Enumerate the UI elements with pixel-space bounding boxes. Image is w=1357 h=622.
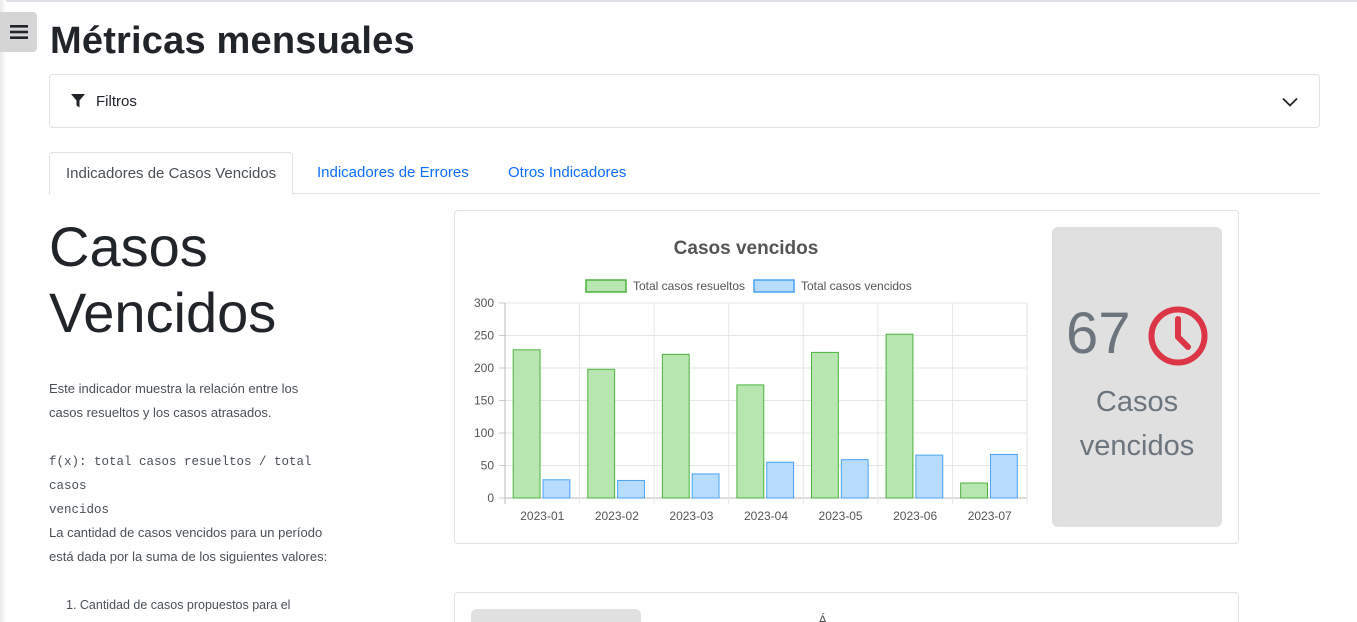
bar-vencidos	[691, 473, 720, 499]
section-title: Casos Vencidos	[49, 214, 276, 346]
description-1-line1: Este indicador muestra la relación entre…	[49, 381, 299, 396]
second-card-title: Á	[818, 612, 828, 622]
tab-errores[interactable]: Indicadores de Errores	[317, 152, 469, 194]
chevron-down-icon[interactable]	[1281, 93, 1299, 111]
description-2-line1: La cantidad de casos vencidos para un pe…	[49, 525, 323, 540]
page-title: Métricas mensuales	[50, 20, 415, 62]
legend-swatch	[753, 279, 795, 293]
formula: f(x): total casos resueltos / total caso…	[49, 450, 349, 522]
x-tick-label: 2023-01	[520, 509, 564, 523]
y-tick-label: 100	[474, 426, 494, 440]
bar-resueltos	[960, 482, 988, 499]
bar-resueltos	[810, 351, 839, 499]
top-border	[0, 0, 1357, 2]
hamburger-icon	[9, 25, 28, 39]
kpi-value: 67	[1066, 301, 1131, 366]
filter-icon	[71, 94, 85, 108]
y-tick-label: 200	[474, 361, 494, 375]
tabs-bar: Indicadores de Casos Vencidos Indicadore…	[49, 152, 1320, 195]
formula-line1: f(x): total casos resueltos / total caso…	[49, 455, 312, 493]
description-1: Este indicador muestra la relación entre…	[49, 377, 349, 425]
bar-vencidos	[989, 453, 1018, 499]
description-2: La cantidad de casos vencidos para un pe…	[49, 521, 349, 569]
legend-label: Total casos resueltos	[633, 279, 745, 293]
section-title-line2: Vencidos	[49, 281, 277, 344]
bar-vencidos	[915, 454, 944, 499]
filters-accordion[interactable]: Filtros	[49, 74, 1320, 128]
legend-swatch	[585, 279, 627, 293]
sidebar-edge	[0, 0, 6, 622]
bar-vencidos	[766, 461, 795, 499]
y-tick-label: 300	[474, 296, 494, 310]
bar-chart: Casos vencidos Total casos resueltos Tota…	[474, 238, 1028, 523]
description-1-line2: casos resueltos y los casos atrasados.	[49, 405, 272, 420]
bar-resueltos	[885, 333, 914, 499]
legend-label: Total casos vencidos	[801, 279, 912, 293]
y-tick-label: 250	[474, 329, 494, 343]
x-tick-label: 2023-04	[744, 509, 788, 523]
kpi-label-line2: vencidos	[1079, 430, 1195, 462]
tab-casos-vencidos[interactable]: Indicadores de Casos Vencidos	[49, 152, 294, 195]
bar-vencidos	[542, 479, 571, 499]
clock-icon	[1148, 306, 1208, 366]
tab-otros[interactable]: Otros Indicadores	[508, 152, 626, 194]
chart-bars	[512, 333, 1018, 499]
bar-resueltos	[587, 368, 616, 499]
second-card-kpi	[471, 609, 641, 622]
y-tick-label: 50	[481, 459, 495, 473]
x-tick-label: 2023-07	[968, 509, 1012, 523]
kpi-card	[1052, 227, 1222, 527]
section-title-line1: Casos	[49, 215, 208, 278]
description-2-line2: está dada por la suma de los siguientes …	[49, 549, 328, 564]
x-tick-label: 2023-06	[893, 509, 937, 523]
kpi-label-line1: Casos	[1095, 386, 1179, 418]
list-item: 1. Cantidad de casos propuestos para el	[66, 598, 291, 612]
x-tick-label: 2023-03	[669, 509, 713, 523]
x-tick-label: 2023-05	[819, 509, 863, 523]
chart-legend: Total casos resueltos Total casos vencido…	[585, 279, 912, 293]
kpi-label: Casos vencidos	[1052, 380, 1222, 468]
bar-vencidos	[617, 479, 645, 499]
bar-resueltos	[512, 349, 541, 499]
bar-vencidos	[840, 459, 869, 499]
chart-title: Casos vencidos	[674, 238, 819, 259]
filters-label: Filtros	[96, 92, 137, 110]
bar-resueltos	[661, 353, 690, 499]
y-tick-label: 0	[487, 491, 494, 505]
bar-resueltos	[736, 384, 765, 499]
x-tick-label: 2023-02	[595, 509, 639, 523]
menu-toggle-button[interactable]	[0, 12, 37, 52]
y-tick-label: 150	[474, 394, 494, 408]
formula-line2: vencidos	[49, 503, 110, 517]
